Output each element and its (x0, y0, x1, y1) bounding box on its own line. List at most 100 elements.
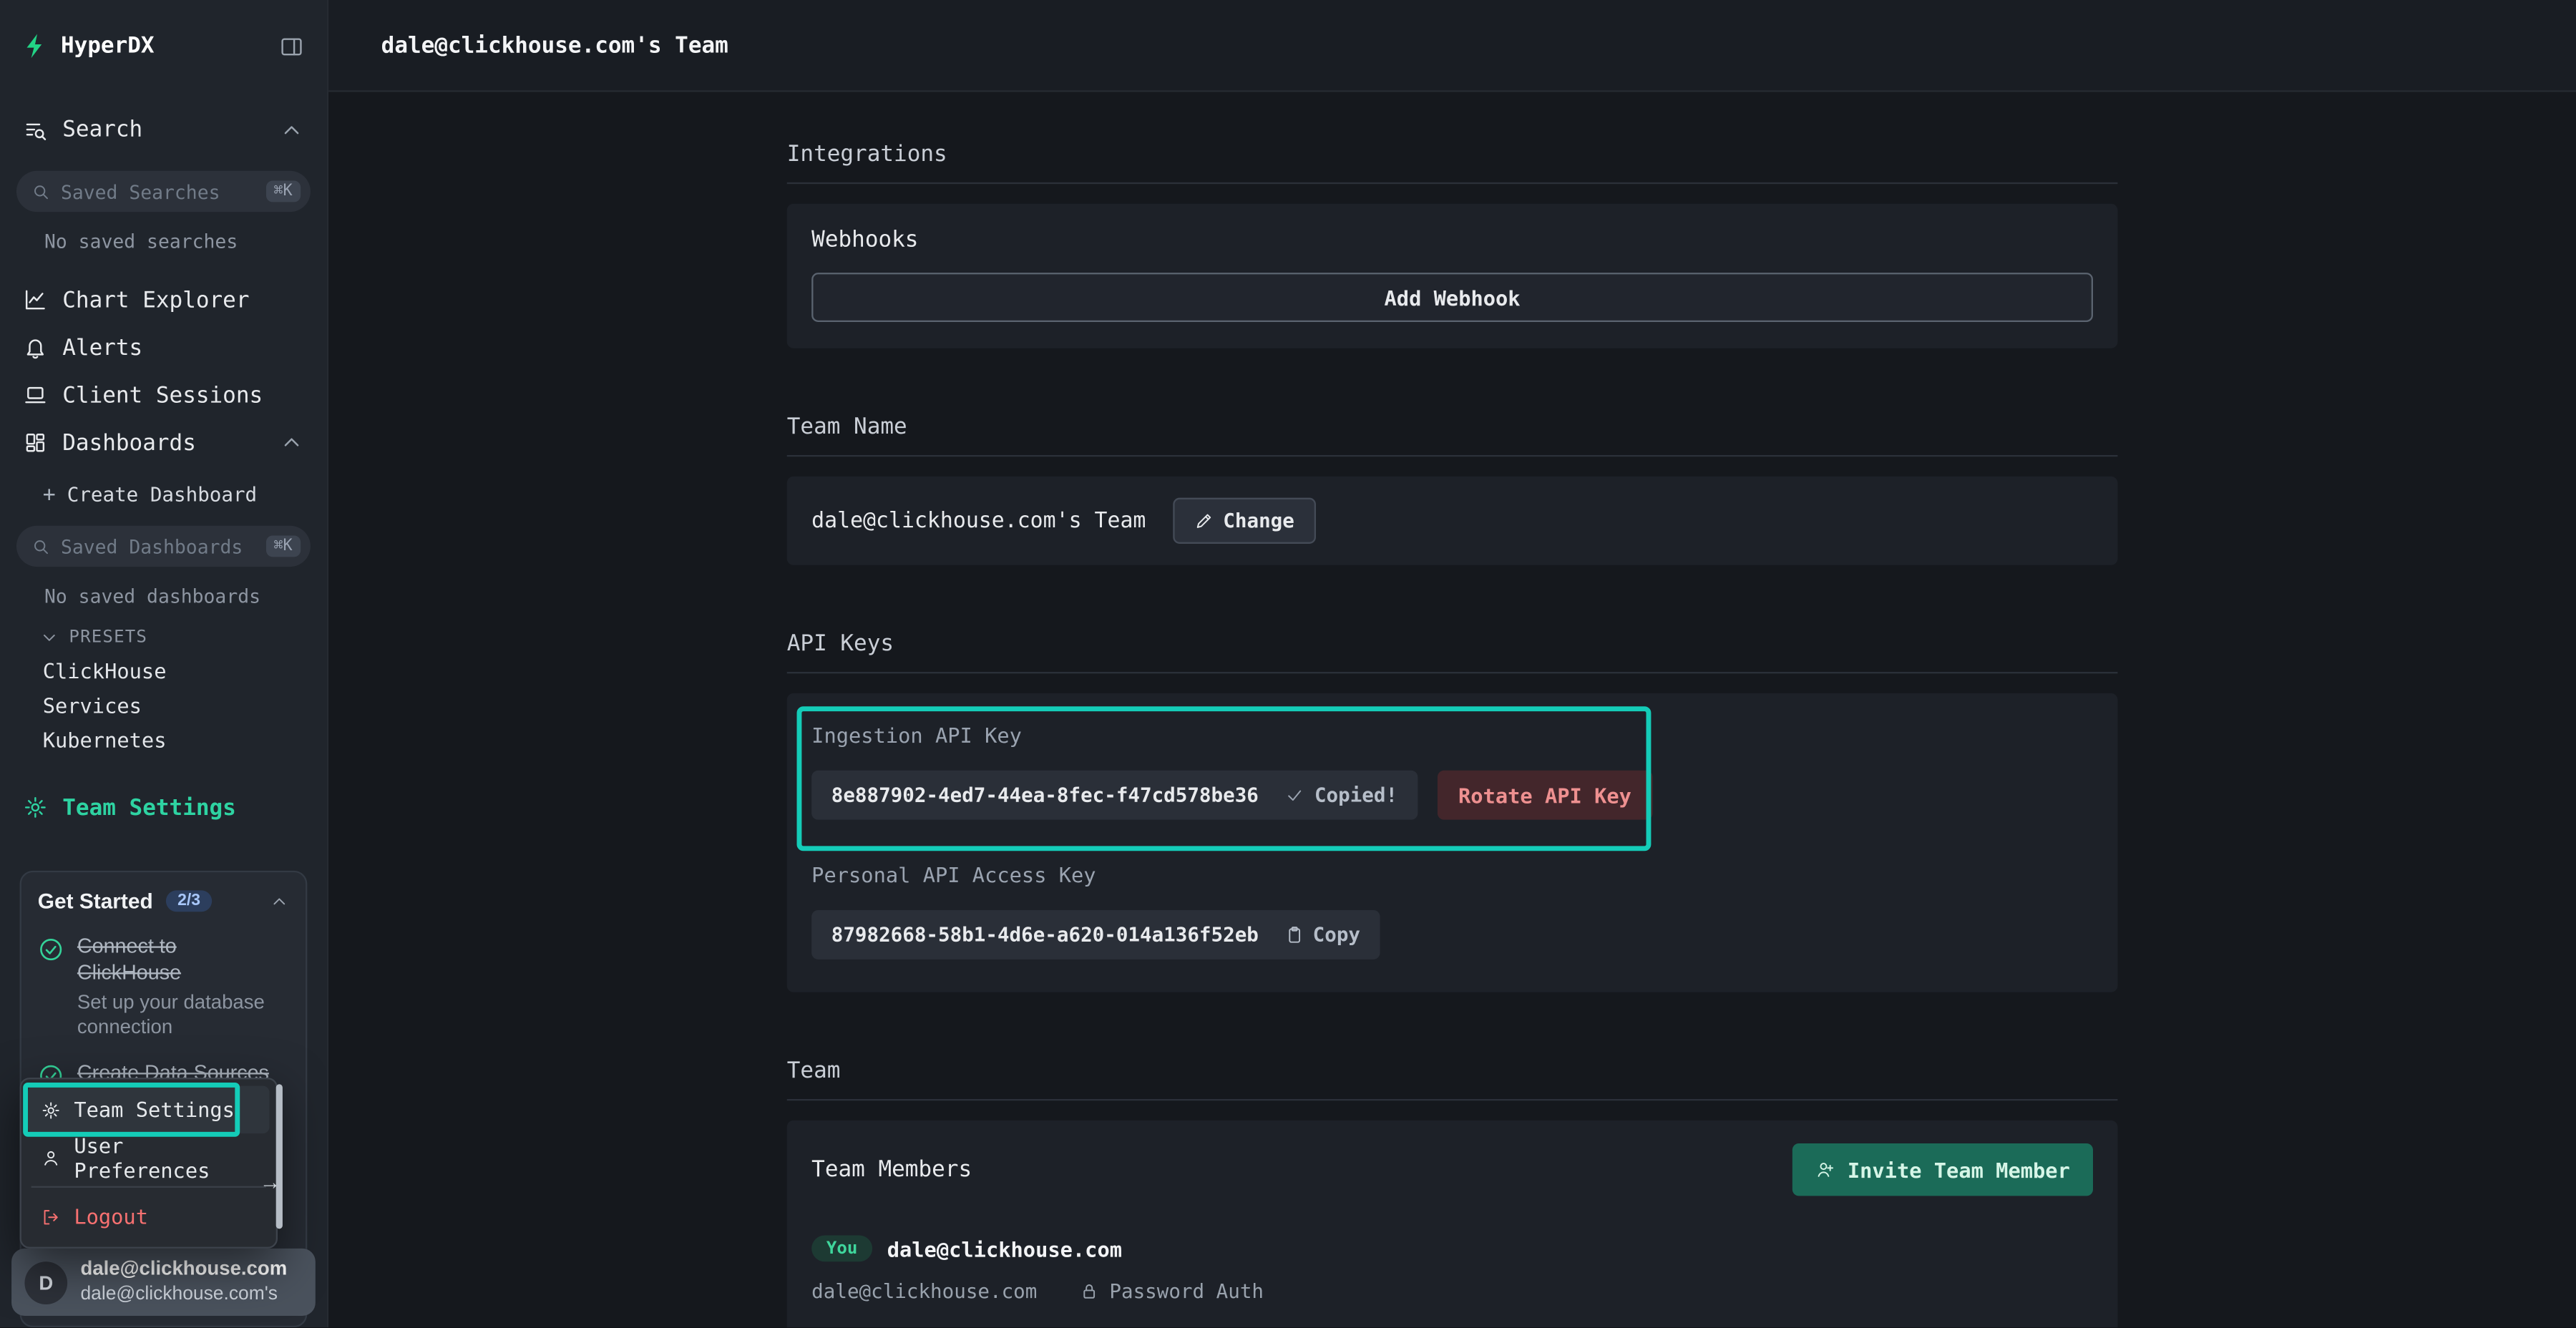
saved-dashboards-placeholder: Saved Dashboards (61, 534, 243, 557)
chevron-up-icon (279, 117, 303, 142)
nav-label: Dashboards (62, 429, 196, 456)
saved-dashboards-input[interactable]: Saved Dashboards ⌘K (16, 526, 311, 567)
logout-icon (41, 1206, 61, 1226)
get-started-title: Get Started (38, 889, 153, 913)
preset-kubernetes[interactable]: Kubernetes (0, 723, 327, 757)
menu-item-logout[interactable]: Logout (28, 1193, 270, 1241)
gear-icon (23, 795, 47, 819)
step-subtitle: Set up your database connection (77, 990, 275, 1040)
team-members-title: Team Members (811, 1156, 972, 1183)
ingestion-key-value[interactable]: 8e887902-4ed7-44ea-8fec-f47cd578be36 Cop… (811, 771, 1417, 820)
progress-badge: 2/3 (166, 890, 212, 912)
main-area: dale@clickhouse.com's Team Integrations … (328, 0, 2576, 1327)
menu-item-user-preferences[interactable]: User Preferences (28, 1133, 270, 1181)
sidebar-section-search[interactable]: Search (0, 109, 327, 152)
hyperdx-logo-icon (23, 33, 49, 59)
create-dashboard-label: Create Dashboard (67, 483, 257, 506)
team-member-row: You dale@clickhouse.com (811, 1236, 2093, 1262)
team-name-value: dale@clickhouse.com's Team (811, 509, 1146, 533)
api-keys-card: Ingestion API Key 8e887902-4ed7-44ea-8fe… (787, 693, 2118, 992)
team-name-heading: Team Name (787, 414, 2118, 441)
bell-icon (23, 335, 47, 359)
sidebar: HyperDX Search Saved Searches ⌘K No save… (0, 0, 328, 1327)
nav-label: Client Sessions (62, 382, 263, 409)
user-menu-popup: Team Settings User Preferences Logout (20, 1078, 278, 1249)
divider (787, 182, 2118, 184)
sidebar-item-dashboards[interactable]: Dashboards (0, 419, 327, 467)
api-key-text: 87982668-58b1-4d6e-a620-014a136f52eb (831, 923, 1259, 946)
pencil-icon (1194, 511, 1214, 531)
clipboard-icon (1285, 925, 1305, 945)
copy-button[interactable]: Copy (1285, 923, 1360, 946)
sidebar-item-team-settings[interactable]: Team Settings (0, 783, 327, 831)
get-started-header[interactable]: Get Started 2/3 (38, 889, 289, 913)
ingestion-key-label: Ingestion API Key (811, 723, 2093, 747)
presets-toggle[interactable]: PRESETS (0, 621, 327, 654)
check-icon (1285, 785, 1305, 805)
chevron-up-icon (279, 431, 303, 455)
change-team-name-button[interactable]: Change (1172, 498, 1316, 544)
menu-item-label: Logout (74, 1204, 148, 1229)
personal-key-label: Personal API Access Key (811, 862, 2093, 887)
presets-label: PRESETS (69, 628, 147, 648)
lock-icon (1080, 1281, 1100, 1302)
logo-row: HyperDX (0, 0, 327, 92)
menu-item-team-settings[interactable]: Team Settings (28, 1086, 270, 1134)
scrollbar-thumb[interactable] (276, 1084, 283, 1229)
user-team: dale@clickhouse.com's (81, 1283, 288, 1307)
personal-key-value[interactable]: 87982668-58b1-4d6e-a620-014a136f52eb Cop… (811, 910, 1380, 960)
preset-services[interactable]: Services (0, 688, 327, 723)
top-bar: dale@clickhouse.com's Team (328, 0, 2576, 92)
avatar: D (24, 1261, 67, 1304)
invite-team-member-button[interactable]: Invite Team Member (1792, 1143, 2093, 1196)
no-saved-dashboards-note: No saved dashboards (0, 567, 327, 606)
search-icon (31, 537, 52, 557)
user-plus-icon (1815, 1160, 1835, 1180)
rotate-api-key-button[interactable]: Rotate API Key (1437, 771, 1653, 820)
get-started-step-connect[interactable]: Connect to ClickHouse Set up your databa… (38, 933, 289, 1040)
sidebar-item-alerts[interactable]: Alerts (0, 323, 327, 371)
collapse-get-started-button[interactable] (270, 892, 290, 912)
check-circle-icon (38, 937, 64, 963)
menu-item-label: Team Settings (74, 1098, 235, 1122)
invite-label: Invite Team Member (1848, 1157, 2070, 1181)
app-window: HyperDX Search Saved Searches ⌘K No save… (0, 0, 2576, 1327)
you-badge: You (811, 1236, 872, 1262)
member-email: dale@clickhouse.com (811, 1280, 1037, 1303)
copied-label: Copied! (1314, 783, 1397, 806)
gear-icon (41, 1100, 61, 1120)
no-saved-searches-note: No saved searches (0, 212, 327, 251)
team-name-card: dale@clickhouse.com's Team Change (787, 477, 2118, 565)
create-dashboard-button[interactable]: + Create Dashboard (0, 477, 327, 513)
sidebar-item-client-sessions[interactable]: Client Sessions (0, 371, 327, 419)
webhooks-card: Webhooks Add Webhook (787, 204, 2118, 348)
page-title: dale@clickhouse.com's Team (381, 32, 728, 59)
search-section-label: Search (62, 117, 142, 143)
change-label: Change (1223, 509, 1294, 532)
divider (787, 455, 2118, 456)
menu-item-label: User Preferences (74, 1133, 256, 1182)
preset-label: Services (43, 693, 142, 718)
team-heading: Team (787, 1058, 2118, 1085)
plus-icon: + (43, 482, 56, 507)
preset-clickhouse[interactable]: ClickHouse (0, 654, 327, 688)
user-name: dale@clickhouse.com (81, 1257, 288, 1283)
team-members-card: Team Members Invite Team Member You dale… (787, 1120, 2118, 1327)
search-icon (31, 182, 52, 202)
nav-label: Chart Explorer (62, 287, 249, 313)
team-settings-label: Team Settings (62, 794, 236, 821)
saved-searches-placeholder: Saved Searches (61, 180, 220, 202)
add-webhook-button[interactable]: Add Webhook (811, 273, 2093, 322)
sidebar-item-chart-explorer[interactable]: Chart Explorer (0, 276, 327, 324)
nav-label: Alerts (62, 334, 142, 361)
saved-searches-input[interactable]: Saved Searches ⌘K (16, 171, 311, 212)
preset-label: Kubernetes (43, 728, 167, 752)
panel-toggle-icon (279, 34, 303, 58)
collapse-sidebar-button[interactable] (279, 34, 303, 58)
user-account-chip[interactable]: D dale@clickhouse.com dale@clickhouse.co… (11, 1249, 316, 1316)
divider (787, 1099, 2118, 1100)
dashboard-icon (23, 431, 47, 455)
shortcut-badge: ⌘K (265, 181, 301, 202)
copy-label: Copy (1313, 923, 1360, 946)
menu-divider (31, 1186, 266, 1188)
